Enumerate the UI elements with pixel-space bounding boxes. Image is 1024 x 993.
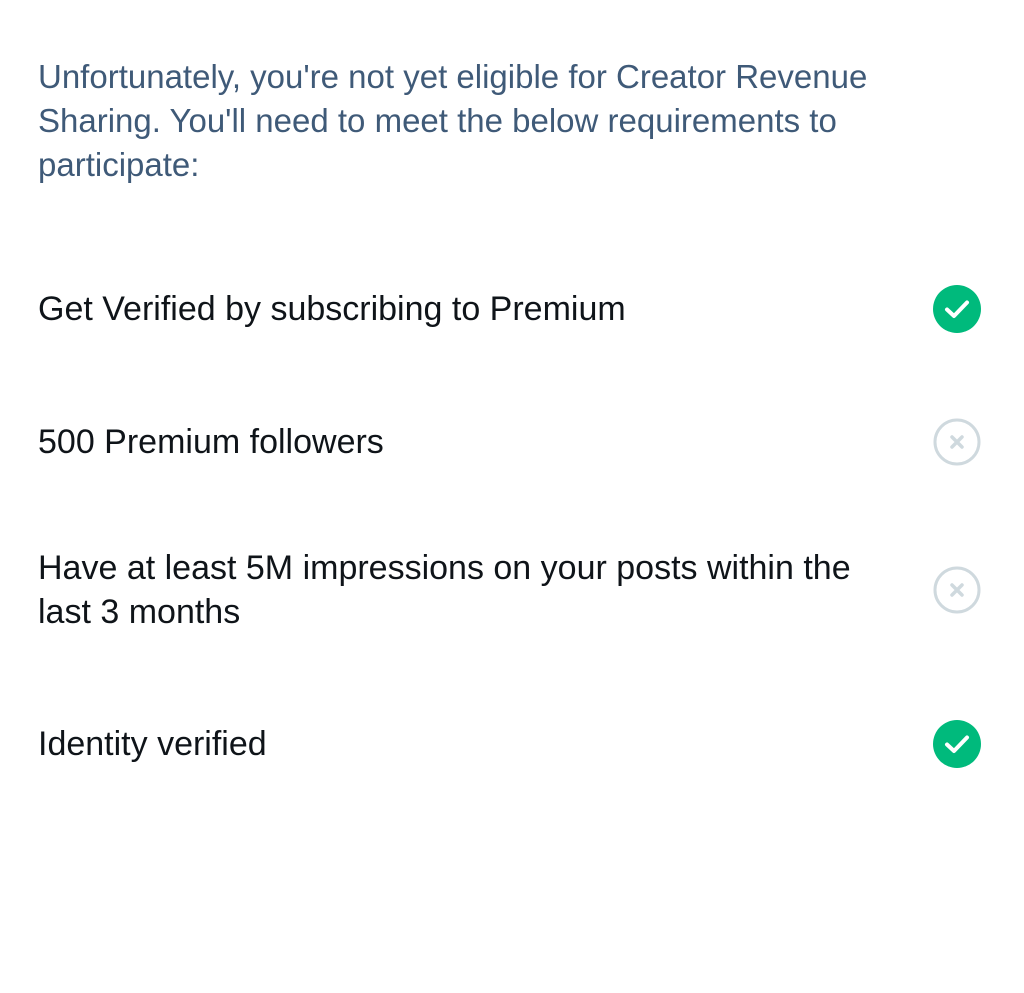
x-circle-icon <box>932 417 982 467</box>
requirement-label: Get Verified by subscribing to Premium <box>38 290 626 328</box>
requirement-item-identity: Identity verified <box>38 719 984 769</box>
requirement-item-impressions: Have at least 5M impressions on your pos… <box>38 546 984 634</box>
check-circle-icon <box>932 719 982 769</box>
requirement-label: Have at least 5M impressions on your pos… <box>38 549 851 631</box>
requirement-label: 500 Premium followers <box>38 423 384 461</box>
x-circle-icon <box>932 565 982 615</box>
requirements-list: Get Verified by subscribing to Premium 5… <box>0 0 1024 993</box>
requirement-item-premium-followers: 500 Premium followers <box>38 417 984 467</box>
requirement-item-verified: Get Verified by subscribing to Premium <box>38 284 984 334</box>
check-circle-icon <box>932 284 982 334</box>
requirement-label: Identity verified <box>38 725 267 763</box>
